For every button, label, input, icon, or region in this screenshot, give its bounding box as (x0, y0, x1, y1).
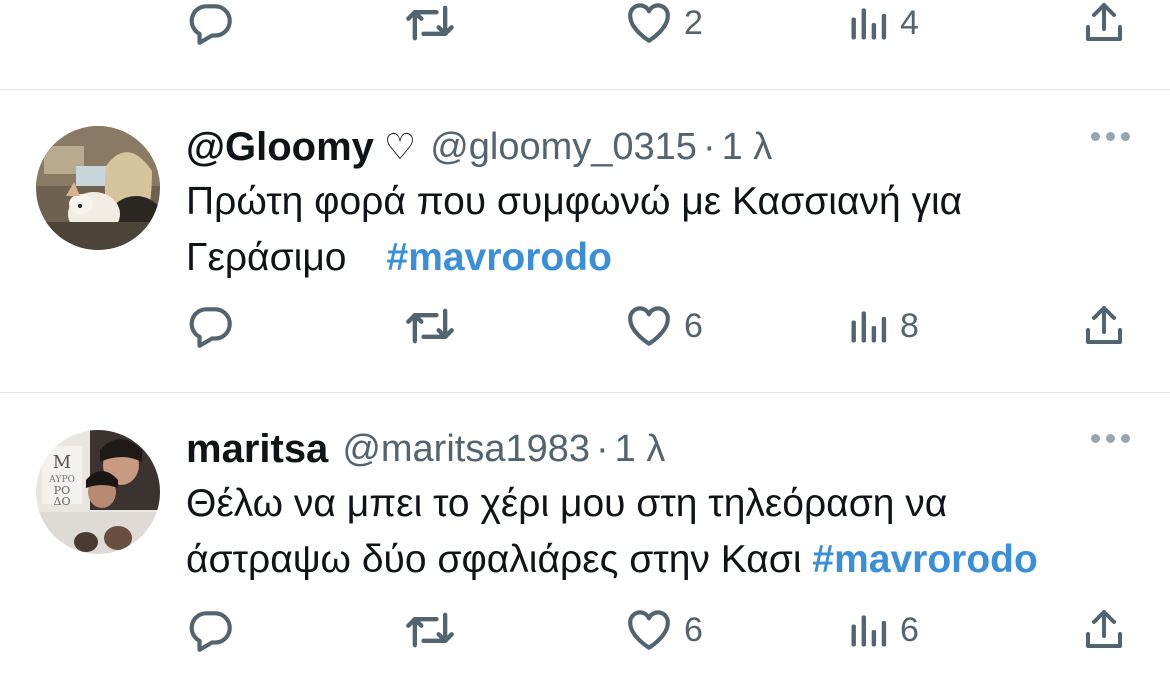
views-count: 6 (900, 611, 919, 649)
svg-text:M: M (53, 452, 71, 473)
action-row: 6 8 (0, 296, 1170, 356)
tweet-text-fragment: Γεράσιμο (186, 236, 347, 279)
svg-text:ΔΟ: ΔΟ (54, 495, 71, 508)
hashtag-link[interactable]: #mavrorodo (387, 236, 612, 279)
more-icon-dot (1106, 434, 1115, 443)
separator-dot: · (702, 125, 716, 168)
reply-button[interactable] (186, 0, 236, 53)
tweet-header: maritsa @maritsa1983 · 1 λ (186, 426, 665, 472)
retweet-icon (404, 604, 456, 656)
more-icon-dot (1121, 132, 1130, 141)
share-button[interactable] (1080, 600, 1128, 660)
share-icon (1080, 302, 1128, 350)
views-button[interactable]: 4 (846, 0, 919, 53)
avatar-photo (36, 126, 160, 250)
retweet-icon (404, 0, 456, 49)
display-name[interactable]: @Gloomy (186, 125, 374, 170)
more-icon-dot (1121, 434, 1130, 443)
retweet-button[interactable] (404, 600, 456, 660)
reply-icon (186, 301, 236, 351)
like-button[interactable]: 6 (624, 600, 703, 660)
views-count: 8 (900, 307, 919, 345)
avatar[interactable]: M ΑΥΡΟ ΡΟ ΔΟ (36, 430, 160, 554)
avatar[interactable] (36, 126, 160, 250)
views-icon (846, 608, 890, 652)
tweet-text-line: Γεράσιμο #mavrorodo (186, 230, 1146, 286)
views-icon (846, 1, 890, 45)
like-icon (624, 605, 674, 655)
share-button[interactable] (1080, 0, 1128, 53)
reply-icon (186, 605, 236, 655)
divider (0, 392, 1170, 393)
like-count: 6 (684, 307, 703, 345)
views-button[interactable]: 6 (846, 600, 919, 660)
share-button[interactable] (1080, 296, 1128, 356)
views-button[interactable]: 8 (846, 296, 919, 356)
timestamp[interactable]: 1 λ (615, 428, 666, 471)
user-handle[interactable]: @gloomy_0315 (430, 126, 697, 169)
more-options-button[interactable] (1091, 434, 1130, 443)
separator-dot: · (596, 427, 609, 470)
user-handle[interactable]: @maritsa1983 (342, 428, 590, 471)
views-icon (846, 304, 890, 348)
more-options-button[interactable] (1091, 132, 1130, 141)
action-row-top: 2 4 (0, 0, 1170, 53)
reply-icon (186, 0, 236, 48)
like-button[interactable]: 6 (624, 296, 703, 356)
tweet-text-fragment: άστραψω δύο σφαλιάρες στην Κασι (186, 538, 802, 581)
tweet-text: Πρώτη φορά που συμφωνώ με Κασσιανή για Γ… (186, 174, 1146, 286)
more-icon (1091, 434, 1100, 443)
tweet-text-line: Θέλω να μπει το χέρι μου στη τηλεόραση ν… (186, 482, 948, 525)
share-icon (1080, 0, 1128, 47)
tweet-header: @Gloomy ♡ @gloomy_0315 · 1 λ (186, 124, 772, 170)
heart-badge: ♡ (383, 126, 417, 167)
reply-button[interactable] (186, 600, 236, 660)
tweet-text-line: άστραψω δύο σφαλιάρες στην Κασι #mavroro… (186, 532, 1146, 588)
reply-button[interactable] (186, 296, 236, 356)
like-icon (624, 301, 674, 351)
action-row: 6 6 (0, 600, 1170, 660)
timestamp[interactable]: 1 λ (722, 126, 773, 169)
like-count: 6 (684, 611, 703, 649)
more-icon-dot (1106, 132, 1115, 141)
like-count: 2 (684, 4, 703, 42)
views-count: 4 (900, 4, 919, 42)
like-button[interactable]: 2 (624, 0, 703, 53)
tweet-text-line: Πρώτη φορά που συμφωνώ με Κασσιανή για (186, 180, 963, 223)
avatar-photo: M ΑΥΡΟ ΡΟ ΔΟ (36, 430, 160, 554)
tweet-text: Θέλω να μπει το χέρι μου στη τηλεόραση ν… (186, 476, 1146, 588)
like-icon (624, 0, 674, 48)
share-icon (1080, 606, 1128, 654)
divider (0, 89, 1170, 90)
display-name[interactable]: maritsa (186, 427, 328, 472)
retweet-button[interactable] (404, 0, 456, 53)
more-icon (1091, 132, 1100, 141)
hashtag-link[interactable]: #mavrorodo (812, 538, 1037, 581)
retweet-icon (404, 300, 456, 352)
retweet-button[interactable] (404, 296, 456, 356)
